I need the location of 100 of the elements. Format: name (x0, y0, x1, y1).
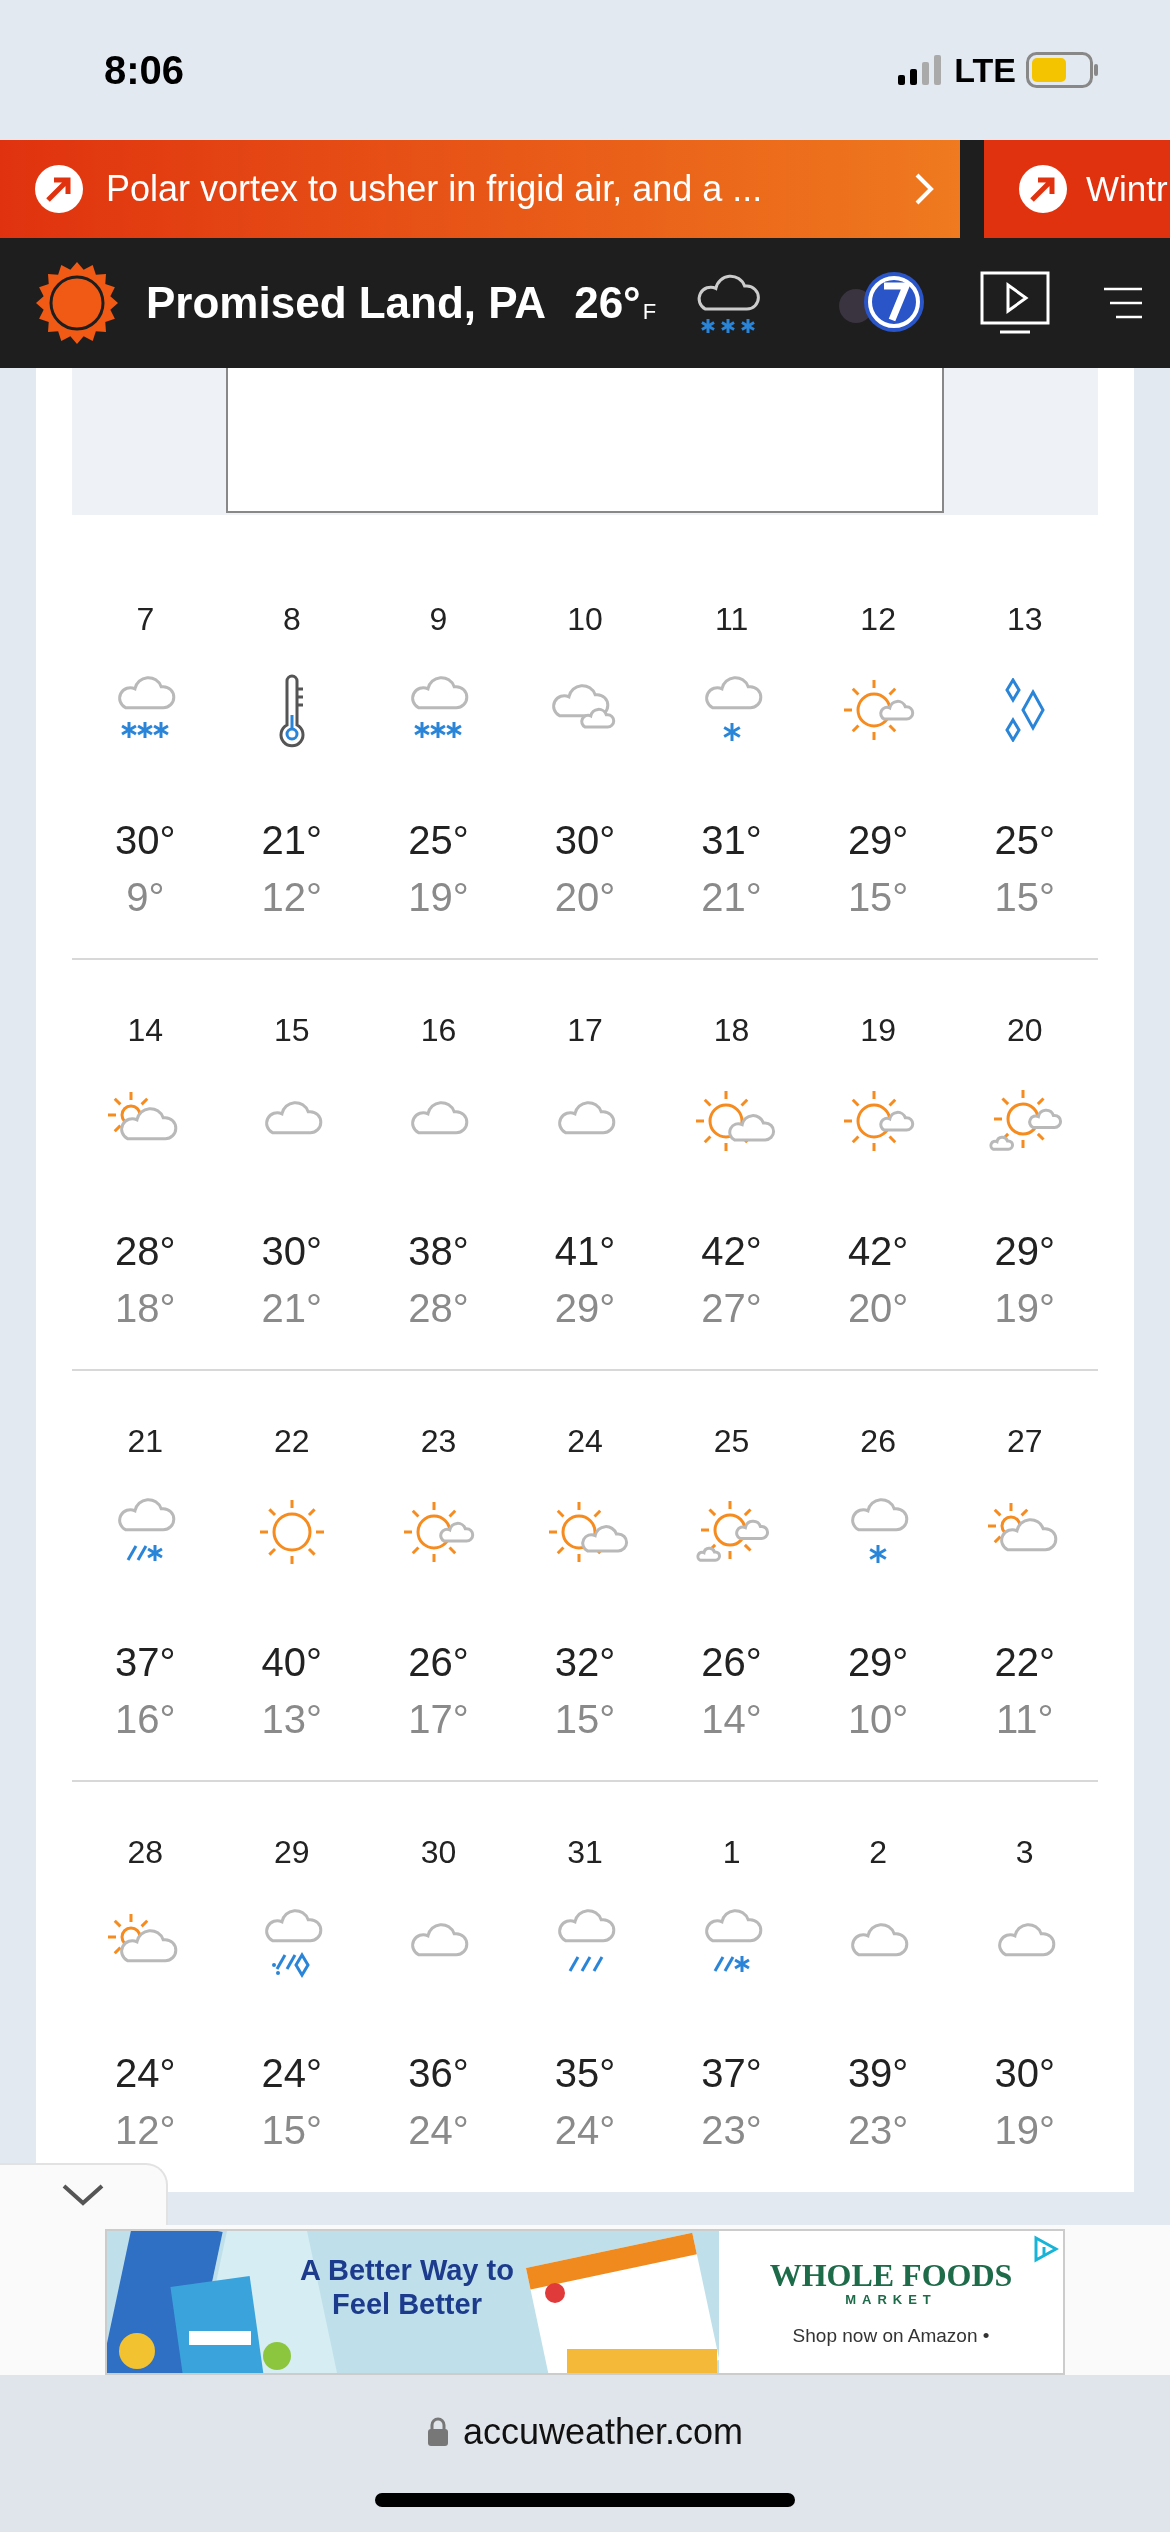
high-temperature: 32° (554, 1639, 616, 1686)
low-temperature: 21° (261, 1285, 323, 1332)
day-number[interactable]: 19 (860, 1008, 896, 1052)
high-temperature: 30° (994, 2050, 1055, 2097)
low-temperature: 20° (847, 1285, 909, 1332)
day-number[interactable]: 12 (860, 597, 896, 641)
day-number[interactable]: 11 (714, 597, 749, 641)
clock-time: 8:06 (104, 47, 186, 93)
day-number[interactable]: 21 (127, 1419, 164, 1463)
low-temperature: 15° (554, 1696, 616, 1743)
low-temperature: 19° (408, 874, 469, 921)
high-temperature: 38° (408, 1228, 469, 1275)
battery-icon (1026, 52, 1100, 88)
low-temperature: 20° (554, 874, 616, 921)
low-temperature: 12° (115, 2107, 176, 2154)
news-banner[interactable]: Wintr (984, 140, 1170, 238)
day-number[interactable]: 14 (127, 1008, 164, 1052)
location-name[interactable]: Promised Land, PA (146, 278, 547, 328)
high-temperature: 26° (408, 1639, 469, 1686)
ad-banner[interactable]: A Better Way to Feel Better WHOLE FOODS MARKET Shop now on Amazon • (105, 2229, 1065, 2375)
high-temperature: 39° (847, 2050, 909, 2097)
sun-logo-icon (36, 262, 118, 344)
low-temperature: 19° (994, 1285, 1055, 1332)
low-temperature: 28° (408, 1285, 469, 1332)
day-number[interactable]: 16 (420, 1008, 457, 1052)
high-temperature: 28° (115, 1228, 176, 1275)
day-number[interactable]: 29 (274, 1830, 310, 1874)
high-temperature: 40° (261, 1639, 323, 1686)
day-number[interactable]: 2 (869, 1830, 888, 1874)
low-temperature: 12° (261, 874, 323, 921)
day-number[interactable]: 9 (429, 597, 448, 641)
low-temperature: 16° (115, 1696, 176, 1743)
low-temperature: 23° (701, 2107, 762, 2154)
low-temperature: 29° (554, 1285, 616, 1332)
sun-icon (257, 1498, 326, 1566)
high-temperature: 30° (554, 817, 616, 864)
day-number[interactable]: 23 (420, 1419, 457, 1463)
high-temperature: 26° (701, 1639, 762, 1686)
day-number[interactable]: 28 (127, 1830, 164, 1874)
url-text[interactable]: accuweather.com (462, 2411, 744, 2453)
day-number[interactable]: 25 (713, 1419, 750, 1463)
low-temperature: 9° (126, 874, 165, 921)
day-number[interactable]: 10 (567, 597, 603, 641)
high-temperature: 29° (847, 817, 909, 864)
low-temperature: 15° (847, 874, 909, 921)
day-number[interactable]: 8 (282, 597, 301, 641)
high-temperature: 24° (261, 2050, 323, 2097)
high-temperature: 42° (847, 1228, 909, 1275)
day-number[interactable]: 15 (274, 1008, 310, 1052)
day-number[interactable]: 26 (860, 1419, 896, 1463)
ad-headline: A Better Way to Feel Better (299, 2253, 515, 2321)
high-temperature: 25° (994, 817, 1055, 864)
low-temperature: 27° (701, 1285, 762, 1332)
high-temperature: 37° (701, 2050, 762, 2097)
low-temperature: 15° (261, 2107, 323, 2154)
news-banner[interactable]: Polar vortex to usher in frigid air, and a ... (0, 140, 960, 238)
high-temperature: 36° (408, 2050, 469, 2097)
signal-icon (898, 55, 943, 85)
day-number[interactable]: 30 (420, 1830, 457, 1874)
low-temperature: 24° (408, 2107, 469, 2154)
high-temperature: 24° (115, 2050, 176, 2097)
menu-button[interactable] (1104, 286, 1144, 320)
ad-link[interactable]: Shop now on Amazon • (792, 2324, 990, 2347)
low-temperature: 10° (847, 1696, 909, 1743)
thermometer-icon (277, 672, 306, 748)
day-number[interactable]: 20 (1006, 1008, 1043, 1052)
low-temperature: 13° (261, 1696, 323, 1743)
day-number[interactable]: 31 (567, 1830, 603, 1874)
low-temperature: 14° (701, 1696, 762, 1743)
high-temperature: 35° (554, 2050, 616, 2097)
high-temperature: 29° (847, 1639, 909, 1686)
current-temperature: 26° (574, 278, 641, 328)
high-temperature: 22° (994, 1639, 1055, 1686)
day-number[interactable]: 7 (136, 597, 155, 641)
high-temperature: 30° (115, 817, 176, 864)
day-number[interactable]: 22 (274, 1419, 310, 1463)
high-temperature: 29° (994, 1228, 1055, 1275)
low-temperature: 15° (994, 874, 1055, 921)
high-temperature: 31° (701, 817, 762, 864)
chevron-down-icon (61, 2183, 105, 2207)
day-number[interactable]: 3 (1015, 1830, 1034, 1874)
high-temperature: 30° (261, 1228, 323, 1275)
day-number[interactable]: 1 (722, 1830, 741, 1874)
play-screen-icon (980, 271, 1050, 335)
day-number[interactable]: 13 (1006, 597, 1043, 641)
ice-icon (1004, 678, 1045, 742)
temperature-unit: F (642, 299, 657, 325)
video-button[interactable] (980, 271, 1050, 335)
day-number[interactable]: 18 (713, 1008, 750, 1052)
lock-icon (426, 2417, 449, 2447)
day-number[interactable]: 24 (567, 1419, 603, 1463)
high-temperature: 42° (701, 1228, 762, 1275)
low-temperature: 18° (115, 1285, 176, 1332)
menu-icon (1104, 286, 1144, 320)
high-temperature: 37° (115, 1639, 176, 1686)
day-number[interactable]: 17 (567, 1008, 603, 1052)
day-number[interactable]: 27 (1006, 1419, 1043, 1463)
low-temperature: 24° (554, 2107, 616, 2154)
low-temperature: 19° (994, 2107, 1055, 2154)
high-temperature: 41° (554, 1228, 616, 1275)
